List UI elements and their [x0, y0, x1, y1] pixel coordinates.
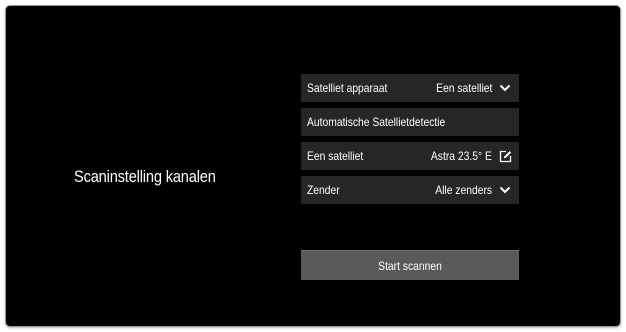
scan-settings-list: Satelliet apparaat Een satelliet Automat… — [301, 74, 519, 210]
transmitter-label: Zender — [307, 183, 340, 197]
satellite-device-label: Satelliet apparaat — [307, 81, 388, 95]
single-satellite-row[interactable]: Een satelliet Astra 23.5° E — [301, 142, 519, 170]
chevron-down-icon[interactable] — [498, 81, 512, 95]
automatic-satellite-detection-label: Automatische Satellietdetectie — [307, 115, 446, 129]
single-satellite-value: Astra 23.5° E — [431, 149, 492, 163]
automatic-satellite-detection-row[interactable]: Automatische Satellietdetectie — [301, 108, 519, 136]
tv-screen: Scaninstelling kanalen Satelliet apparaa… — [6, 6, 620, 326]
start-scan-button[interactable]: Start scannen — [301, 250, 519, 280]
start-scan-label: Start scannen — [378, 258, 442, 273]
edit-icon[interactable] — [498, 149, 512, 163]
chevron-down-icon[interactable] — [498, 183, 512, 197]
page-title: Scaninstelling kanalen — [74, 167, 216, 186]
satellite-device-value: Een satelliet — [435, 81, 492, 95]
satellite-device-row[interactable]: Satelliet apparaat Een satelliet — [301, 74, 519, 102]
transmitter-value: Alle zenders — [435, 183, 492, 197]
single-satellite-label: Een satelliet — [307, 149, 364, 163]
transmitter-row[interactable]: Zender Alle zenders — [301, 176, 519, 204]
